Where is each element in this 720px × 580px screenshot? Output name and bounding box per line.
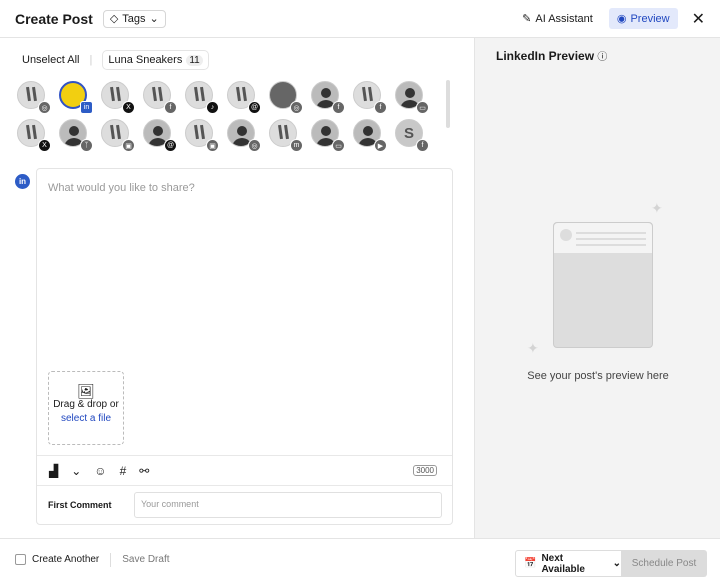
account-avatar[interactable]: X xyxy=(17,119,51,152)
facebook-icon: f xyxy=(374,101,387,114)
account-avatar[interactable]: ▭ xyxy=(311,119,345,152)
google-business-icon: ▭ xyxy=(332,139,345,152)
divider: | xyxy=(89,54,93,66)
link-icon[interactable]: ⚯ xyxy=(139,464,149,478)
account-avatar[interactable]: Sf xyxy=(395,119,429,152)
next-available-label: Next Available xyxy=(541,552,585,575)
next-available-dropdown[interactable]: 📅 Next Available ⌄ xyxy=(515,550,622,577)
sparkle-icon: ✦ xyxy=(651,200,663,216)
account-avatar[interactable]: ᛉ xyxy=(59,119,93,152)
emoji-icon[interactable]: ☺ xyxy=(94,464,106,478)
account-avatar[interactable]: @ xyxy=(227,81,261,114)
account-avatar[interactable]: f xyxy=(353,81,387,114)
save-draft-button[interactable]: Save Draft xyxy=(122,554,169,565)
google-business-icon: ▭ xyxy=(416,101,429,114)
account-avatar[interactable]: f xyxy=(311,81,345,114)
account-avatar[interactable]: f xyxy=(143,81,177,114)
drop-text: Drag & drop or xyxy=(53,399,119,410)
threads-icon: @ xyxy=(164,139,177,152)
post-text-input[interactable]: What would you like to share? xyxy=(48,182,195,194)
create-another-label[interactable]: Create Another xyxy=(32,554,99,565)
youtube-icon: ▶ xyxy=(374,139,387,152)
save-icon: ▣ xyxy=(206,139,219,152)
tiktok-icon: ♪ xyxy=(206,101,219,114)
facebook-icon: f xyxy=(332,101,345,114)
instagram-icon: ◎ xyxy=(248,139,261,152)
eye-icon: ◉ xyxy=(616,13,627,25)
linkedin-icon: in xyxy=(15,174,30,189)
editor-toolbar: ▟ ⌄ ☺ # ⚯ 3000 xyxy=(37,455,452,486)
header: Create Post ◇ Tags ⌄ ✎ AI Assistant ◉ Previe… xyxy=(0,0,720,38)
facebook-icon: f xyxy=(416,139,429,152)
tags-label: Tags xyxy=(122,12,146,25)
preview-empty-text: See your post's preview here xyxy=(527,370,669,382)
char-limit: 3000 xyxy=(413,465,437,476)
save-icon: ▣ xyxy=(122,139,135,152)
account-avatar[interactable]: @ xyxy=(143,119,177,152)
composer-panel: Unselect All | Luna Sneakers 11 ◎ in Xf ♪ @ ◎ f… xyxy=(0,38,474,538)
footer: Create Another Save Draft 📅 Next Availabl… xyxy=(0,538,720,580)
hashtag-icon[interactable]: # xyxy=(120,464,127,478)
account-avatar[interactable]: m xyxy=(269,119,303,152)
preview-button[interactable]: ◉ Preview xyxy=(608,8,678,29)
chevron-down-icon: ⌄ xyxy=(149,13,159,25)
tags-button[interactable]: ◇ Tags ⌄ xyxy=(102,9,166,28)
ai-assistant-button[interactable]: ✎ AI Assistant xyxy=(514,8,601,29)
x-icon: X xyxy=(38,139,51,152)
account-avatar[interactable]: in xyxy=(59,81,93,114)
schedule-post-button[interactable]: Schedule Post xyxy=(621,550,707,577)
post-editor: What would you like to share? 🖼 Drag & d… xyxy=(36,168,453,525)
unselect-all-button[interactable]: Unselect All xyxy=(22,54,79,66)
instagram-icon: ◎ xyxy=(290,101,303,114)
group-chip[interactable]: Luna Sneakers 11 xyxy=(102,50,209,70)
first-comment-input[interactable]: Your comment xyxy=(134,492,442,518)
account-avatar[interactable]: ◎ xyxy=(227,119,261,152)
sparkle-icon: ✦ xyxy=(527,340,539,356)
linkedin-icon: in xyxy=(80,101,93,114)
preview-placeholder-card xyxy=(553,222,653,348)
preview-label: Preview xyxy=(630,12,670,25)
close-icon[interactable]: ✕ xyxy=(692,9,705,29)
magic-wand-icon: ✎ xyxy=(522,13,532,25)
bluesky-icon: ᛉ xyxy=(80,139,93,152)
account-avatar[interactable]: ◎ xyxy=(17,81,51,114)
info-icon[interactable]: ⓘ xyxy=(597,52,607,63)
preview-title: LinkedIn Preview xyxy=(496,49,595,63)
add-image-icon: 🖼 xyxy=(77,383,95,399)
account-avatar[interactable]: X xyxy=(101,81,135,114)
mastodon-icon: m xyxy=(290,139,303,152)
media-icon[interactable]: ▟ xyxy=(49,464,58,478)
first-comment-label: First Comment xyxy=(48,500,112,510)
account-avatar[interactable]: ♪ xyxy=(185,81,219,114)
facebook-icon: f xyxy=(164,101,177,114)
calendar-icon: 📅 xyxy=(524,558,537,569)
group-name: Luna Sneakers xyxy=(108,54,183,66)
account-avatar[interactable]: ◎ xyxy=(269,81,303,114)
account-grid: ◎ in Xf ♪ @ ◎ f f ▭ X ᛉ ▣ @ ▣ ◎ m ▭ ▶ Sf xyxy=(17,81,437,152)
select-file-link[interactable]: select a file xyxy=(61,413,111,424)
account-avatar[interactable]: ▶ xyxy=(353,119,387,152)
tag-icon: ◇ xyxy=(109,13,119,25)
account-avatar[interactable]: ▭ xyxy=(395,81,429,114)
chevron-down-icon: ⌄ xyxy=(612,558,621,569)
preview-panel: LinkedIn Preview ⓘ ✦ ✦ See your post's p… xyxy=(474,38,720,538)
create-another-checkbox[interactable] xyxy=(15,554,26,565)
threads-icon: @ xyxy=(248,101,261,114)
page-title: Create Post xyxy=(15,10,93,27)
ai-label: AI Assistant xyxy=(535,12,593,25)
scrollbar[interactable] xyxy=(446,80,450,128)
account-avatar[interactable]: ▣ xyxy=(101,119,135,152)
chevron-down-icon[interactable]: ⌄ xyxy=(71,464,81,478)
group-count: 11 xyxy=(186,54,203,66)
media-dropzone[interactable]: 🖼 Drag & drop or select a file xyxy=(48,371,124,445)
x-icon: X xyxy=(122,101,135,114)
account-avatar[interactable]: ▣ xyxy=(185,119,219,152)
instagram-icon: ◎ xyxy=(38,101,51,114)
